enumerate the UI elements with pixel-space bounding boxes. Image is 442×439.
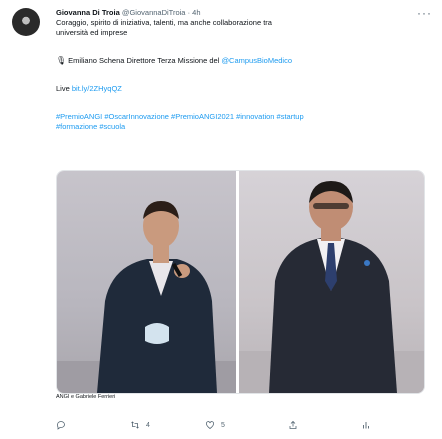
- speaker-photo-illustration: [57, 201, 236, 393]
- retweet-icon: [131, 421, 139, 429]
- retweet-button[interactable]: 4: [130, 420, 150, 430]
- media-caption: ANGI e Gabriele Ferrieri: [56, 394, 116, 400]
- share-button[interactable]: [288, 420, 298, 430]
- live-link[interactable]: bit.ly/2ZHyqQZ: [72, 84, 122, 93]
- photo-left[interactable]: [57, 171, 236, 393]
- reply-button[interactable]: [56, 420, 66, 430]
- tweet-header: Giovanna Di Troia @GiovannaDiTroia · 4h: [56, 8, 428, 18]
- live-label: Live: [56, 84, 70, 93]
- hashtags-line1[interactable]: #PremioANGI #OscarInnovazione #PremioANG…: [56, 112, 428, 122]
- media-grid[interactable]: [56, 170, 425, 394]
- author-handle[interactable]: @GiovannaDiTroia: [122, 8, 186, 17]
- photo-right[interactable]: [239, 171, 424, 393]
- heart-icon: [206, 421, 214, 429]
- avatar-image: [12, 8, 40, 36]
- live-line: Live bit.ly/2ZHyqQZ: [56, 84, 428, 94]
- microphone-icon: 🎙: [56, 56, 67, 65]
- like-button[interactable]: 5: [205, 420, 225, 430]
- analytics-icon: [363, 422, 369, 429]
- tweet-actions: 4 5: [56, 420, 416, 434]
- author-name[interactable]: Giovanna Di Troia: [56, 8, 120, 17]
- separator: ·: [187, 8, 191, 17]
- author-avatar[interactable]: [12, 8, 40, 36]
- emiliano-text: Emiliano Schena Direttore Terza Missione…: [68, 56, 220, 65]
- share-icon: [289, 420, 297, 429]
- hashtags-line2[interactable]: #formazione #scuola: [56, 122, 428, 132]
- tweet-text-line1: Coraggio, spirito di iniziativa, talenti…: [56, 18, 272, 27]
- retweet-count: 4: [146, 421, 150, 429]
- analytics-button[interactable]: [361, 420, 371, 430]
- like-count: 5: [221, 421, 225, 429]
- man-photo-illustration: [239, 181, 424, 393]
- tweet-time[interactable]: 4h: [192, 8, 200, 17]
- tweet-body: Giovanna Di Troia @GiovannaDiTroia · 4h …: [56, 8, 428, 132]
- mention-campusbiomedico[interactable]: @CampusBioMedico: [221, 56, 292, 65]
- reply-icon: [57, 421, 65, 430]
- emiliano-line: 🎙 Emiliano Schena Direttore Terza Mission…: [56, 56, 428, 66]
- tweet-text-line2: università ed imprese: [56, 28, 128, 37]
